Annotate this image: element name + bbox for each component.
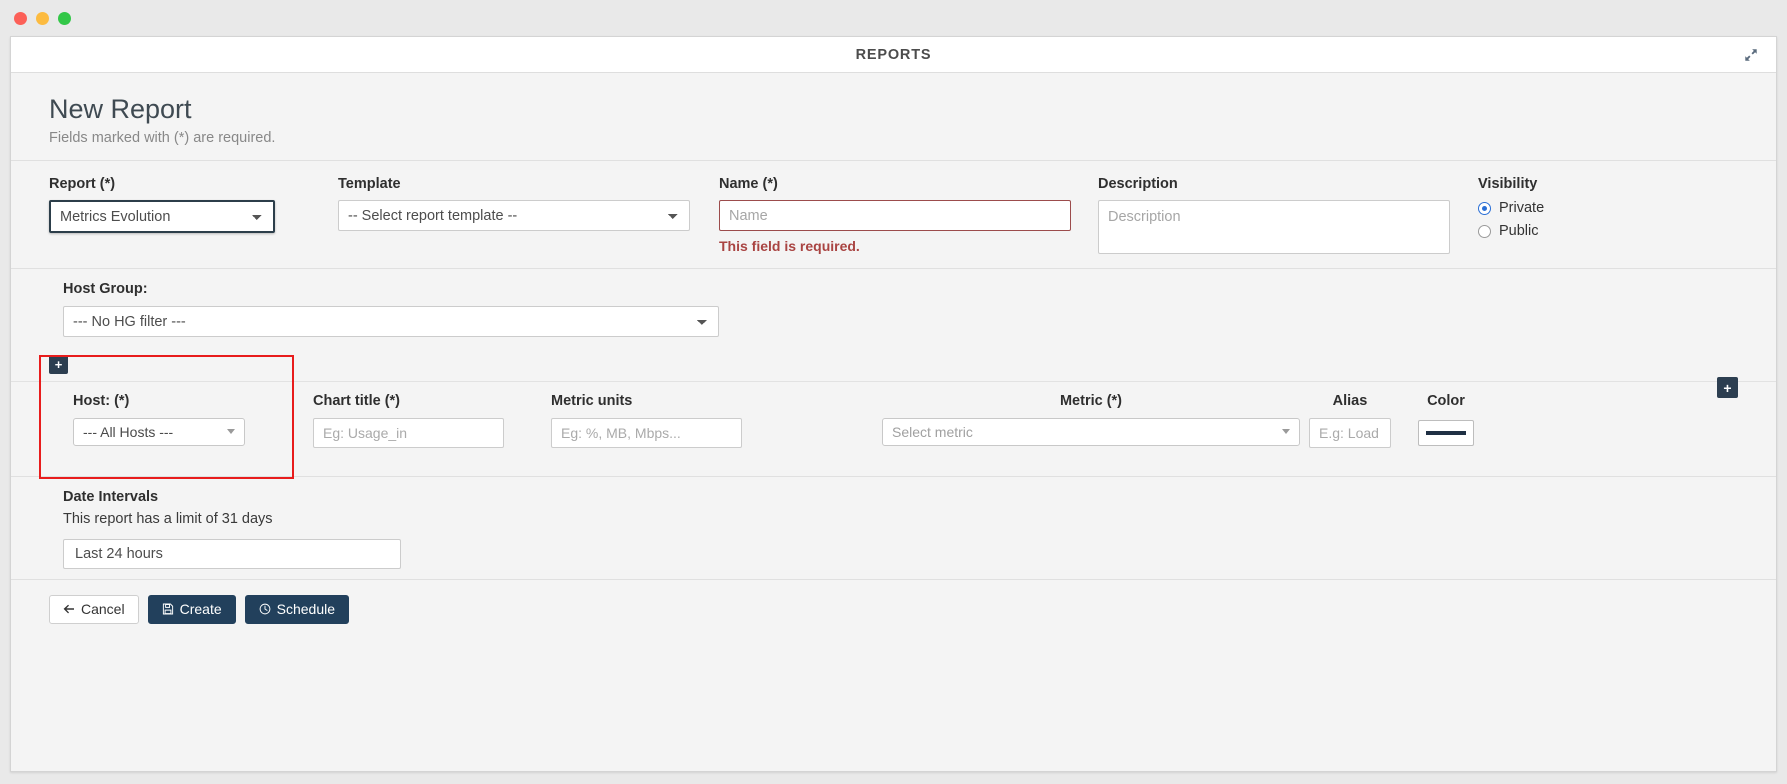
alias-column: Alias (1309, 394, 1391, 448)
name-field: Name (*) This field is required. (719, 175, 1071, 255)
app-header: REPORTS (11, 37, 1776, 73)
metrics-panel: + + Host: (*) --- All Hosts --- Chart ti… (11, 355, 1776, 480)
template-field: Template -- Select report template -- (338, 177, 690, 232)
template-label: Template (338, 175, 401, 192)
visibility-option-private[interactable]: Private (1478, 200, 1638, 216)
host-group-section: Host Group: --- No HG filter --- (11, 269, 1776, 341)
visibility-option-public[interactable]: Public (1478, 223, 1638, 239)
os-window: REPORTS New Report Fields marked with (*… (0, 0, 1787, 784)
window-maximize-button[interactable] (58, 11, 71, 25)
add-metric-button[interactable]: + (1717, 377, 1738, 399)
app-frame: REPORTS New Report Fields marked with (*… (10, 36, 1777, 772)
expand-diagonal-icon[interactable] (1740, 44, 1762, 66)
add-row-bar: + (11, 355, 1776, 377)
chart-title-column: Chart title (*) (313, 394, 504, 448)
metric-select[interactable]: Select metric (882, 417, 1300, 446)
host-label: Host: (*) (73, 393, 130, 410)
description-field: Description (1098, 177, 1450, 255)
chevron-down-icon (227, 429, 235, 435)
visibility-field: Visibility Private Public (1478, 177, 1638, 247)
color-column: Color (1410, 394, 1482, 446)
alias-input[interactable] (1309, 417, 1391, 448)
window-close-button[interactable] (14, 11, 27, 25)
visibility-label: Visibility (1478, 175, 1538, 192)
date-intervals-title: Date Intervals (63, 488, 159, 505)
arrow-left-icon (63, 603, 75, 615)
radio-private-icon[interactable] (1478, 201, 1491, 215)
date-range-input[interactable] (63, 538, 401, 569)
cancel-button-label: Cancel (81, 601, 125, 618)
color-label: Color (1427, 393, 1465, 410)
alias-label: Alias (1332, 393, 1368, 410)
host-select-value: --- All Hosts --- (83, 423, 174, 440)
metric-column: Metric (*) Select metric (882, 394, 1300, 446)
host-group-field: Host Group: --- No HG filter --- (63, 281, 719, 338)
clock-icon (259, 603, 271, 615)
host-group-label: Host Group: (63, 281, 148, 298)
name-label: Name (*) (719, 175, 778, 192)
form-actions: Cancel Create Schedule (11, 580, 1776, 624)
os-titlebar (0, 0, 1787, 36)
primary-fields-row: Report (*) Metrics Evolution Template --… (11, 161, 1776, 269)
app-title: REPORTS (855, 46, 932, 63)
radio-private-label: Private (1499, 200, 1545, 217)
name-error-message: This field is required. (719, 238, 860, 255)
color-picker-button[interactable] (1418, 419, 1474, 446)
chart-title-label: Chart title (*) (313, 393, 400, 410)
save-icon (162, 603, 174, 615)
cancel-button[interactable]: Cancel (49, 594, 139, 624)
metric-label: Metric (*) (1059, 393, 1123, 410)
chevron-down-icon (1282, 429, 1290, 435)
date-intervals-note: This report has a limit of 31 days (63, 510, 273, 527)
schedule-button-label: Schedule (276, 601, 336, 618)
metric-units-input[interactable] (551, 417, 742, 448)
radio-public-label: Public (1499, 223, 1539, 240)
template-select[interactable]: -- Select report template -- (338, 200, 690, 232)
date-intervals-section: Date Intervals This report has a limit o… (11, 477, 1776, 579)
page-title: New Report (49, 94, 192, 124)
date-intervals-field: Date Intervals This report has a limit o… (63, 489, 1776, 569)
report-label: Report (*) (49, 175, 116, 192)
page-head: New Report Fields marked with (*) are re… (11, 73, 1776, 160)
create-button-label: Create (179, 601, 222, 618)
metric-select-value: Select metric (892, 423, 973, 440)
add-chart-button[interactable]: + (49, 355, 68, 375)
schedule-button[interactable]: Schedule (244, 594, 350, 624)
name-input[interactable] (719, 200, 1071, 232)
radio-public-icon[interactable] (1478, 224, 1491, 238)
host-column: Host: (*) --- All Hosts --- (73, 394, 245, 446)
page-subtitle: Fields marked with (*) are required. (49, 129, 276, 146)
metric-row: Host: (*) --- All Hosts --- Chart title … (11, 382, 1776, 448)
create-button[interactable]: Create (147, 594, 236, 624)
report-field: Report (*) Metrics Evolution (49, 177, 275, 234)
report-form-page: New Report Fields marked with (*) are re… (11, 73, 1776, 771)
window-minimize-button[interactable] (36, 11, 49, 25)
metric-units-label: Metric units (551, 393, 633, 410)
description-label: Description (1098, 175, 1178, 192)
chart-title-input[interactable] (313, 417, 504, 448)
color-preview-icon (1426, 430, 1466, 435)
host-group-select[interactable]: --- No HG filter --- (63, 306, 719, 338)
description-textarea[interactable] (1098, 200, 1450, 255)
report-select[interactable]: Metrics Evolution (49, 200, 275, 234)
host-select[interactable]: --- All Hosts --- (73, 417, 245, 446)
metric-units-column: Metric units (551, 394, 742, 448)
